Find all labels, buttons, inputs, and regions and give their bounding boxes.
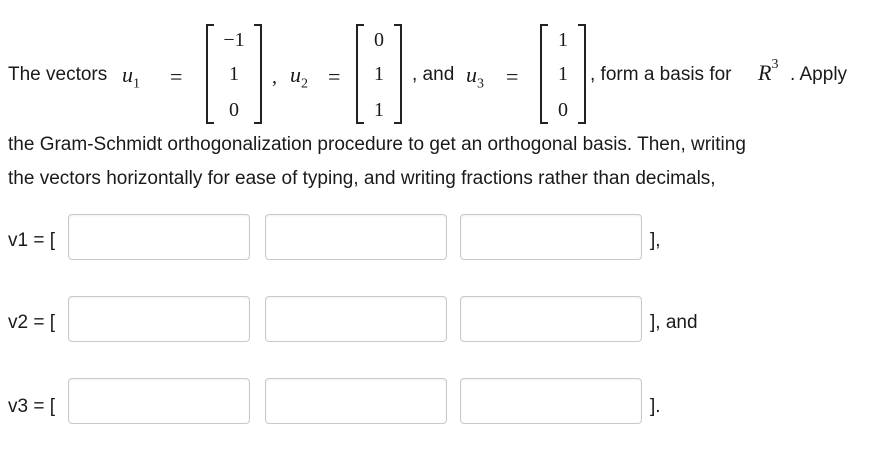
v3-entry-3-input[interactable] [460,378,642,424]
u3-entry-1: 1 [558,29,568,51]
v1-entry-1-input[interactable] [68,214,250,260]
equals-sign-1: = [170,64,183,89]
v2-entry-2-input[interactable] [265,296,447,342]
u1-entry-2: 1 [229,63,239,85]
intro-text: The vectors [8,64,108,85]
instruction-line-2: the Gram-Schmidt orthogonalization proce… [8,134,746,155]
u2-entry-3: 1 [374,99,384,121]
space-symbol: R3 [758,56,779,85]
basis-text: , form a basis for [590,64,732,85]
and-text: , and [412,64,455,85]
comma-1: , [272,66,277,88]
v1-label: v1 = [ [8,230,55,251]
instruction-line-3: the vectors horizontally for ease of typ… [8,168,716,189]
v1-ending: ], [650,230,661,251]
u2-entry-1: 0 [374,29,384,51]
u1-symbol: u1 [122,62,140,92]
v3-label: v3 = [ [8,396,55,417]
v1-entry-3-input[interactable] [460,214,642,260]
v3-ending: ]. [650,396,661,417]
v1-entry-2-input[interactable] [265,214,447,260]
u1-entry-3: 0 [229,99,239,121]
u3-entry-2: 1 [558,63,568,85]
v3-entry-1-input[interactable] [68,378,250,424]
v3-entry-2-input[interactable] [265,378,447,424]
u1-entry-1: −1 [223,29,245,51]
u2-entry-2: 1 [374,63,384,85]
vector-u1-matrix: −1 1 0 [206,22,262,126]
vector-u3-matrix: 1 1 0 [540,22,586,126]
v2-label: v2 = [ [8,312,55,333]
u2-symbol: u2 [290,62,308,92]
apply-text: . Apply [790,64,848,85]
u3-symbol: u3 [466,62,484,92]
u3-entry-3: 0 [558,99,568,121]
vector-u2-matrix: 0 1 1 [356,22,402,126]
equals-sign-2: = [328,64,341,89]
v2-ending: ], and [650,312,698,333]
v2-entry-3-input[interactable] [460,296,642,342]
equals-sign-3: = [506,64,519,89]
v2-entry-1-input[interactable] [68,296,250,342]
